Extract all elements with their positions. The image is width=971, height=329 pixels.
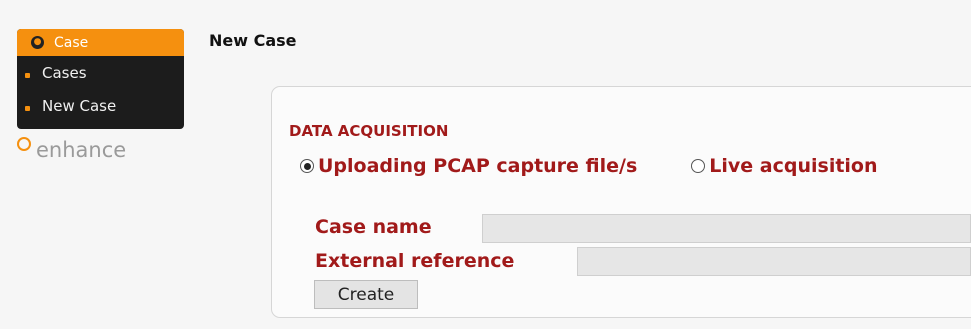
menu-header-label: Case xyxy=(54,34,89,51)
radio-label: Uploading PCAP capture file/s xyxy=(318,155,638,177)
bullet-icon xyxy=(25,73,30,78)
radio-option-live-acquisition[interactable]: Live acquisition xyxy=(691,155,878,177)
case-menu: ● Case Cases New Case xyxy=(17,29,184,129)
case-name-label: Case name xyxy=(315,216,432,238)
menu-item-label: New Case xyxy=(42,96,117,115)
logo-ring-icon xyxy=(17,137,35,163)
acquisition-radio-group: Uploading PCAP capture file/s Live acqui… xyxy=(300,151,878,181)
enhance-logo: enhance xyxy=(17,135,126,165)
external-reference-label: External reference xyxy=(315,250,515,272)
radio-unselected-icon[interactable] xyxy=(691,159,706,173)
case-name-input[interactable] xyxy=(482,214,971,243)
create-button[interactable]: Create xyxy=(314,280,418,309)
menu-header-case[interactable]: ● Case xyxy=(17,29,184,56)
bullet-icon xyxy=(25,106,30,111)
menu-item-cases[interactable]: Cases xyxy=(17,56,184,89)
radio-selected-icon[interactable] xyxy=(300,159,314,173)
case-circle-icon: ● xyxy=(31,36,44,49)
section-title-data-acquisition: DATA ACQUISITION xyxy=(289,122,449,140)
menu-item-new-case[interactable]: New Case xyxy=(17,89,184,122)
external-reference-input[interactable] xyxy=(577,247,971,276)
radio-option-upload-pcap[interactable]: Uploading PCAP capture file/s xyxy=(300,155,637,177)
logo-text: enhance xyxy=(36,138,127,162)
page-title: New Case xyxy=(209,31,297,50)
radio-label: Live acquisition xyxy=(709,155,878,177)
menu-item-label: Cases xyxy=(42,63,87,82)
